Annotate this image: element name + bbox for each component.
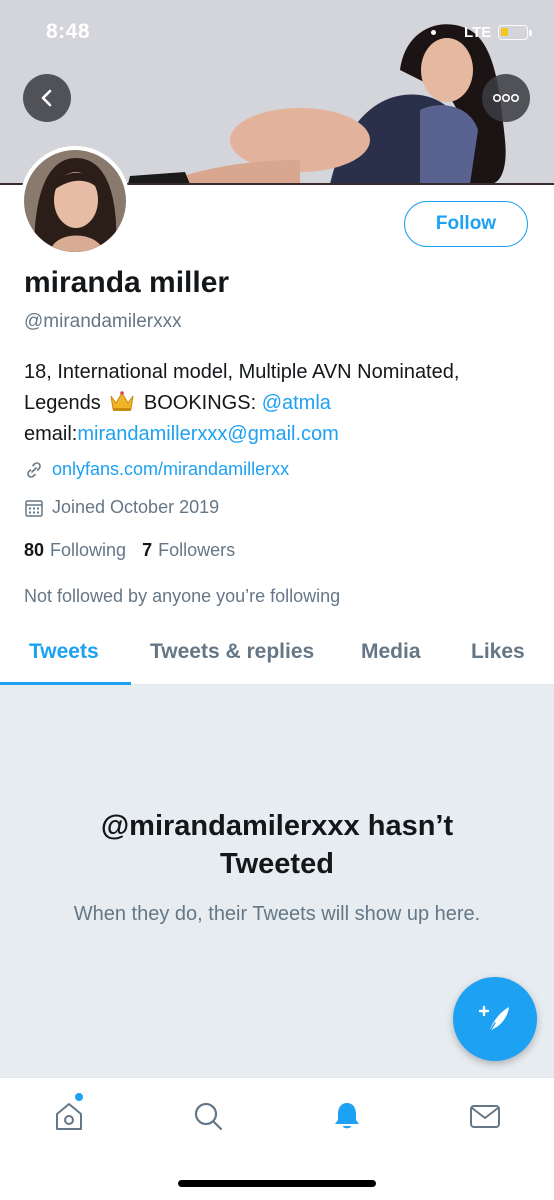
more-options-button[interactable] <box>482 74 530 122</box>
link-icon <box>27 461 41 478</box>
crown-icon <box>110 391 134 411</box>
profile-name: miranda miller <box>24 266 230 299</box>
nav-home[interactable] <box>49 1096 89 1136</box>
bio-line-1: 18, International model, Multiple AVN No… <box>24 361 460 383</box>
website-row[interactable]: onlyfans.com/mirandamillerxx <box>24 459 289 480</box>
followers-label: Followers <box>158 540 236 560</box>
following-count-link[interactable]: 80 Following <box>24 540 126 561</box>
followers-count: 7 <box>142 540 153 560</box>
website-link[interactable]: onlyfans.com/mirandamillerxx <box>52 459 289 480</box>
calendar-icon <box>25 499 43 517</box>
status-time: 8:48 <box>46 20 91 43</box>
home-icon <box>56 1103 82 1130</box>
back-button[interactable] <box>23 74 71 122</box>
email-link[interactable]: mirandamillerxxx@gmail.com <box>77 423 338 445</box>
following-label: Following <box>50 540 127 560</box>
bio-bookings: BOOKINGS: <box>143 392 257 414</box>
nav-notifications[interactable] <box>327 1096 367 1136</box>
bio-legends: Legends <box>24 392 101 414</box>
compose-tweet-button[interactable] <box>453 977 537 1061</box>
battery-tip <box>529 30 532 36</box>
nav-messages[interactable] <box>465 1096 505 1136</box>
empty-title: @mirandamilerxxx hasn’t Tweeted <box>100 810 454 880</box>
empty-subtitle: When they do, their Tweets will show up … <box>73 903 481 925</box>
avatar-image <box>24 150 126 252</box>
tab-likes[interactable]: Likes <box>471 640 525 664</box>
profile-handle: @mirandamilerxxx <box>24 311 182 332</box>
chevron-left-icon <box>41 89 52 107</box>
joined-date: Joined October 2019 <box>52 497 220 517</box>
bookings-mention-link[interactable]: @atmla <box>262 392 331 414</box>
battery-icon <box>498 25 528 40</box>
follow-counts: 80 Following 7 Followers <box>24 540 251 561</box>
profile-tabs: Tweets Tweets & replies Media Likes <box>0 632 554 685</box>
status-bar: 8:48 LTE <box>0 0 554 66</box>
home-indicator <box>178 1180 376 1187</box>
network-label: LTE <box>464 24 492 41</box>
bio-email-label: email: <box>24 423 78 445</box>
not-followed-notice: Not followed by anyone you’re following <box>24 586 341 606</box>
home-notification-dot <box>75 1093 83 1101</box>
messages-envelope-icon <box>470 1105 500 1128</box>
tab-tweets-replies[interactable]: Tweets & replies <box>150 640 314 664</box>
joined-row: Joined October 2019 <box>24 497 219 518</box>
tab-tweets[interactable]: Tweets <box>29 640 99 664</box>
compose-feather-icon <box>478 1005 509 1035</box>
tab-media[interactable]: Media <box>361 640 421 664</box>
nav-search[interactable] <box>188 1096 228 1136</box>
avatar[interactable] <box>20 146 130 256</box>
search-icon <box>194 1102 223 1131</box>
followers-count-link[interactable]: 7 Followers <box>142 540 235 561</box>
status-dot <box>431 30 436 35</box>
follow-button[interactable]: Follow <box>404 201 528 247</box>
profile-bio: 18, International model, Multiple AVN No… <box>24 357 534 450</box>
more-icon <box>492 93 519 103</box>
notifications-bell-icon <box>335 1103 359 1129</box>
following-count: 80 <box>24 540 45 560</box>
battery-level <box>501 28 508 36</box>
